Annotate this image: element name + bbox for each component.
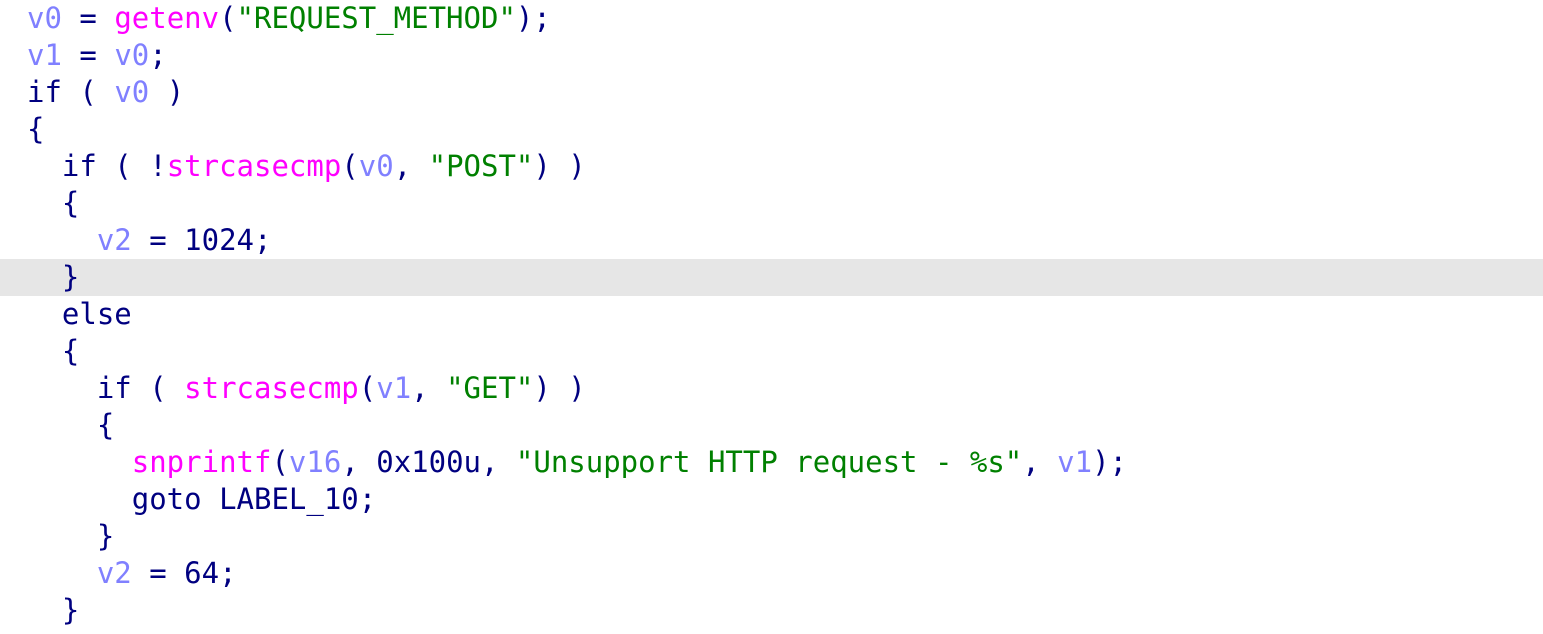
code-punctuation: , [481,445,516,479]
code-number-literal: 1024 [184,223,254,257]
code-punctuation: { [27,186,80,220]
code-function-name: strcasecmp [166,149,342,183]
code-punctuation: ( ! [96,149,167,183]
code-punctuation: ( [271,445,289,479]
code-punctuation: ; [219,556,237,590]
code-string-literal: "GET" [446,371,534,405]
code-keyword: if [61,149,97,183]
code-punctuation: ; [358,482,377,516]
code-punctuation [27,371,97,405]
code-punctuation [27,482,132,516]
code-line[interactable]: { [0,333,1543,370]
code-line[interactable]: if ( !strcasecmp(v0, "POST") ) [0,148,1543,185]
code-punctuation: ); [515,1,551,35]
code-punctuation: = [61,38,115,72]
code-variable: v0 [114,38,150,72]
code-line[interactable]: goto LABEL_10; [0,481,1543,518]
code-variable: v16 [288,445,342,479]
code-punctuation: ; [149,38,167,72]
code-punctuation [202,482,219,516]
code-punctuation: ) ) [533,371,586,405]
code-punctuation: } [27,593,80,627]
code-keyword: if [96,371,132,405]
code-line[interactable]: } [0,518,1543,555]
code-punctuation: = [131,556,185,590]
code-number-literal: 64 [184,556,220,590]
code-punctuation: ( [358,371,377,405]
code-punctuation: , [1022,445,1058,479]
code-function-name: strcasecmp [184,371,359,405]
code-punctuation: { [27,408,115,442]
code-punctuation: ) [149,75,185,109]
code-punctuation: { [27,112,45,146]
code-punctuation: ; [254,223,272,257]
code-keyword: LABEL_10 [219,482,359,516]
code-punctuation: ); [1092,445,1128,479]
decompiled-code-view[interactable]: v0 = getenv("REQUEST_METHOD"); v1 = v0; if… [0,0,1543,634]
code-function-name: snprintf [131,445,272,479]
code-line[interactable]: } [0,592,1543,629]
code-string-literal: "Unsupport HTTP request - %s" [515,445,1023,479]
code-line[interactable]: if ( strcasecmp(v1, "GET") ) [0,370,1543,407]
code-string-literal: "POST" [428,149,534,183]
code-punctuation: ( [61,75,115,109]
code-punctuation: , [341,445,377,479]
code-line[interactable]: else [0,296,1543,333]
code-punctuation: = [61,1,115,35]
code-punctuation: ( [131,371,185,405]
code-line[interactable]: { [0,185,1543,222]
code-punctuation [27,445,132,479]
code-line[interactable]: v2 = 64; [0,555,1543,592]
code-punctuation [27,223,97,257]
code-punctuation [27,556,97,590]
code-punctuation: } [27,260,80,294]
code-punctuation: , [411,371,447,405]
code-punctuation: } [27,519,115,553]
code-variable: v0 [114,75,150,109]
code-function-name: getenv [114,1,220,35]
code-number-literal: 0x100u [376,445,481,479]
code-variable: v1 [376,371,412,405]
code-punctuation: { [27,334,80,368]
code-line[interactable]: snprintf(v16, 0x100u, "Unsupport HTTP re… [0,444,1543,481]
code-variable: v1 [27,38,62,72]
code-variable: v0 [27,1,62,35]
code-punctuation: ( [341,149,359,183]
code-keyword: if [27,75,62,109]
code-line-highlighted[interactable]: } [0,259,1543,296]
code-variable: v1 [1057,445,1093,479]
code-line[interactable]: { [0,111,1543,148]
code-punctuation: = [131,223,185,257]
code-punctuation [27,149,62,183]
code-keyword: else [61,297,132,331]
code-variable: v2 [96,223,132,257]
code-variable: v2 [96,556,132,590]
code-line[interactable]: v0 = getenv("REQUEST_METHOD"); [0,0,1543,37]
code-string-literal: "REQUEST_METHOD" [236,1,516,35]
code-punctuation: ) ) [533,149,586,183]
code-keyword: goto [131,482,202,516]
code-punctuation: ( [219,1,237,35]
code-punctuation: , [393,149,429,183]
code-variable: v0 [358,149,394,183]
code-line[interactable]: { [0,407,1543,444]
code-line[interactable]: if ( v0 ) [0,74,1543,111]
code-line[interactable]: v1 = v0; [0,37,1543,74]
code-punctuation [27,297,62,331]
code-line[interactable]: v2 = 1024; [0,222,1543,259]
